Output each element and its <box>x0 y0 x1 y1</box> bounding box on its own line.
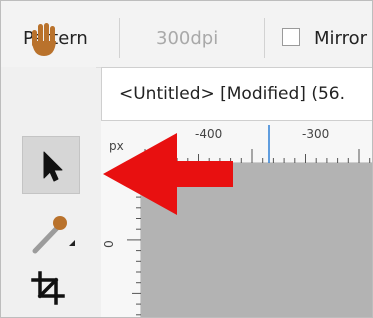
pointer-icon <box>43 151 63 182</box>
toolbar-separator <box>119 18 120 58</box>
move-tool-button[interactable] <box>22 136 80 194</box>
hand-tool-icon[interactable] <box>30 21 60 57</box>
toolbar-separator <box>264 18 265 58</box>
ruler-label: 0 <box>101 240 116 248</box>
app-window: Pattern 300dpi Mirror <Untitled> [Modifi… <box>0 0 373 318</box>
red-arrow-annotation <box>103 133 233 215</box>
document-tab[interactable]: <Untitled> [Modified] (56. <box>101 67 372 121</box>
paint-brush-icon[interactable] <box>27 211 77 257</box>
mirror-checkbox[interactable] <box>282 28 300 46</box>
document-tab-title: <Untitled> [Modified] (56. <box>119 84 346 104</box>
crop-tool-icon[interactable] <box>31 271 65 305</box>
ruler-label: -300 <box>302 127 330 141</box>
mirror-label[interactable]: Mirror <box>314 28 367 49</box>
dpi-field[interactable]: 300dpi <box>156 28 218 49</box>
